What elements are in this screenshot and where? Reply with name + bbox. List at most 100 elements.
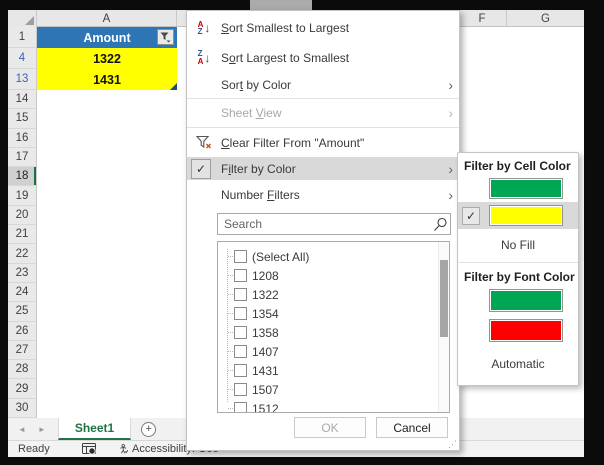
search-icon[interactable]	[430, 217, 450, 232]
list-item[interactable]: 1431	[223, 361, 449, 380]
row-header[interactable]: 20	[8, 206, 36, 225]
sort-ascending-icon: AZ↓	[187, 21, 221, 36]
filter-by-color-submenu: Filter by Cell Color ✓ No Fill Filter by…	[457, 152, 579, 386]
column-header-a[interactable]: A	[37, 10, 177, 27]
list-item-label: 1354	[252, 307, 279, 321]
font-color-green-option[interactable]	[458, 286, 578, 315]
list-item-label: 1512	[252, 402, 279, 414]
row-header-1[interactable]: 1	[8, 27, 36, 48]
row-header[interactable]: 22	[8, 244, 36, 263]
checkbox[interactable]	[234, 269, 247, 282]
row-header-4[interactable]: 4	[8, 48, 36, 69]
list-item-label: 1507	[252, 383, 279, 397]
cell-color-green-option[interactable]	[458, 175, 578, 202]
column-header-g[interactable]: G	[507, 10, 584, 27]
next-sheet-arrow-icon[interactable]: ►	[38, 425, 46, 434]
filter-dropdown-button[interactable]	[157, 29, 174, 45]
row-header[interactable]: 15	[8, 109, 36, 128]
green-swatch[interactable]	[489, 178, 563, 199]
list-item-label: (Select All)	[252, 250, 309, 264]
list-item[interactable]: 1354	[223, 304, 449, 323]
checkbox[interactable]	[234, 402, 247, 413]
amount-header-label: Amount	[83, 31, 130, 45]
sort-descending-icon: ZA↓	[187, 50, 221, 65]
menu-item-label: Filter by Color	[221, 162, 296, 176]
row-header[interactable]: 28	[8, 360, 36, 379]
menu-item-clear-filter[interactable]: Clear Filter From "Amount"	[187, 129, 459, 156]
row-header[interactable]: 17	[8, 148, 36, 167]
green-swatch[interactable]	[489, 289, 563, 312]
red-swatch[interactable]	[489, 319, 563, 342]
menu-item-label: Clear Filter From "Amount"	[221, 136, 364, 150]
row-header[interactable]: 26	[8, 322, 36, 341]
cancel-button[interactable]: Cancel	[376, 417, 448, 438]
scrollbar-thumb[interactable]	[440, 260, 448, 337]
list-item-select-all[interactable]: (Select All)	[223, 247, 449, 266]
menu-item-label: Sort by Color	[221, 78, 291, 92]
checkbox[interactable]	[234, 345, 247, 358]
list-item-label: 1358	[252, 326, 279, 340]
font-color-red-option[interactable]	[458, 315, 578, 345]
list-item[interactable]: 1208	[223, 266, 449, 285]
row-header[interactable]: 14	[8, 90, 36, 109]
list-scrollbar[interactable]	[438, 242, 449, 412]
list-item[interactable]: 1512	[223, 399, 449, 413]
menu-item-label: Sheet View	[221, 106, 282, 120]
checked-indicator-icon: ✓	[462, 207, 480, 225]
menu-item-sort-smallest-to-largest[interactable]: AZ↓ Sort Smallest to Largest	[187, 13, 459, 43]
automatic-option[interactable]: Automatic	[458, 345, 578, 378]
row-header[interactable]: 19	[8, 186, 36, 205]
column-header-f[interactable]: F	[458, 10, 507, 27]
prev-sheet-arrow-icon[interactable]: ◄	[18, 425, 26, 434]
status-ready-label: Ready	[18, 443, 50, 455]
menu-item-sort-by-color[interactable]: Sort by Color ›	[187, 72, 459, 97]
row-header[interactable]: 25	[8, 302, 36, 321]
clear-filter-icon	[187, 135, 221, 150]
autofilter-menu: AZ↓ Sort Smallest to Largest ZA↓ Sort La…	[186, 10, 460, 451]
cell-a1-amount-header[interactable]: Amount	[37, 27, 177, 48]
checkbox[interactable]	[234, 250, 247, 263]
tab-sheet1[interactable]: Sheet1	[58, 418, 131, 440]
macro-record-icon[interactable]	[82, 443, 97, 455]
new-sheet-button[interactable]: +	[141, 422, 156, 437]
submenu-separator	[458, 262, 578, 263]
checkbox[interactable]	[234, 307, 247, 320]
ok-button[interactable]: OK	[294, 417, 366, 438]
menu-item-filter-by-color[interactable]: ✓ Filter by Color ›	[187, 157, 459, 180]
checkbox[interactable]	[234, 364, 247, 377]
checkbox[interactable]	[234, 326, 247, 339]
row-header[interactable]: 30	[8, 399, 36, 418]
list-item[interactable]: 1322	[223, 285, 449, 304]
checkbox[interactable]	[234, 288, 247, 301]
resize-grip[interactable]: ⋰	[448, 439, 457, 450]
submenu-arrow-icon: ›	[442, 162, 453, 176]
row-header[interactable]: 23	[8, 264, 36, 283]
cell-a13[interactable]: 1431	[37, 69, 177, 90]
list-item[interactable]: 1407	[223, 342, 449, 361]
no-fill-option[interactable]: No Fill	[458, 229, 578, 259]
menu-item-sheet-view[interactable]: Sheet View ›	[187, 100, 459, 126]
search-input[interactable]	[218, 217, 430, 231]
list-item[interactable]: 1507	[223, 380, 449, 399]
row-header-active[interactable]: 18	[8, 167, 36, 186]
submenu-arrow-icon: ›	[442, 78, 453, 92]
yellow-swatch[interactable]	[489, 205, 563, 226]
screenshot-frame: A F G 1 4 13 14 15 16 17 18 19 20 21 22 …	[0, 0, 604, 465]
menu-item-number-filters[interactable]: Number Filters ›	[187, 181, 459, 209]
filter-search-box	[217, 213, 451, 235]
sheet-nav-arrows: ◄ ►	[8, 418, 58, 440]
cell-color-yellow-option-selected[interactable]: ✓	[458, 202, 578, 229]
submenu-arrow-icon: ›	[442, 188, 453, 202]
row-header[interactable]: 27	[8, 341, 36, 360]
list-item[interactable]: 1358	[223, 323, 449, 342]
funnel-icon	[160, 32, 171, 43]
cell-a4[interactable]: 1322	[37, 48, 177, 69]
row-header[interactable]: 16	[8, 129, 36, 148]
row-header[interactable]: 29	[8, 379, 36, 398]
checkbox[interactable]	[234, 383, 247, 396]
row-header[interactable]: 24	[8, 283, 36, 302]
row-header-13[interactable]: 13	[8, 69, 36, 90]
menu-item-sort-largest-to-smallest[interactable]: ZA↓ Sort Largest to Smallest	[187, 43, 459, 72]
row-header[interactable]: 21	[8, 225, 36, 244]
select-all-corner[interactable]	[8, 10, 37, 27]
